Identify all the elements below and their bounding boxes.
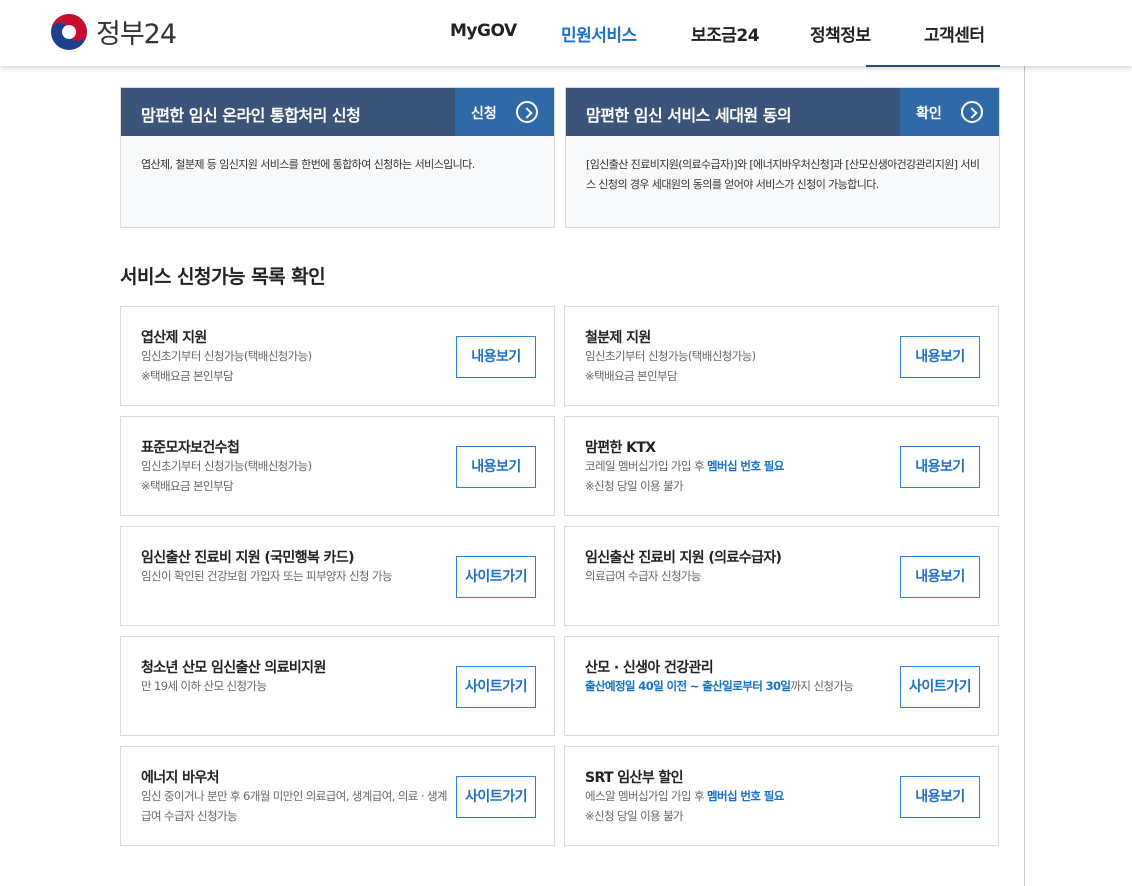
card-description: 임신초기부터 신청가능(택배신청가능) <box>141 349 312 363</box>
desc-highlight: 멤버십 번호 필요 <box>707 459 784 473</box>
card-title: 엽산제 지원 <box>141 330 207 346</box>
card-description: 임신초기부터 신청가능(택배신청가능) <box>141 459 312 473</box>
desc-highlight: 멤버십 번호 필요 <box>707 789 784 803</box>
card-note: ※택배요금 본인부담 <box>585 369 678 383</box>
view-details-button[interactable]: 내용보기 <box>900 336 980 378</box>
desc-text: 에스알 멤버십가입 가입 후 <box>585 789 708 803</box>
section-title: 서비스 신청가능 목록 확인 <box>120 266 326 288</box>
card-medical-aid-recipient: 임신출산 진료비 지원 (의료수급자) 의료급여 수급자 신청가능 내용보기 <box>564 526 999 626</box>
desc-text: 까지 신청가능 <box>790 679 854 693</box>
view-details-button[interactable]: 내용보기 <box>900 446 980 488</box>
circle-arrow-right-icon <box>961 101 983 123</box>
card-note: ※신청 당일 이용 불가 <box>585 809 684 823</box>
panel-title: 맘편한 임신 온라인 통합처리 신청 <box>141 106 361 125</box>
card-description: 만 19세 이하 산모 신청가능 <box>141 679 267 693</box>
nav-subsidy24[interactable]: 보조금24 <box>691 21 760 46</box>
panel-online-apply: 맘편한 임신 온라인 통합처리 신청 신청 엽산제, 철분제 등 임신지원 서비… <box>120 87 555 228</box>
nav-civil-service[interactable]: 민원서비스 <box>561 21 637 46</box>
card-maternal-handbook: 표준모자보건수첩 임신초기부터 신청가능(택배신청가능) ※택배요금 본인부담 … <box>120 416 555 516</box>
card-description: 의료급여 수급자 신청가능 <box>585 569 701 583</box>
card-title: 임신출산 진료비 지원 (국민행복 카드) <box>141 550 355 566</box>
card-medical-voucher-card: 임신출산 진료비 지원 (국민행복 카드) 임신이 확인된 건강보험 가입자 또… <box>120 526 555 626</box>
card-title: 맘편한 KTX <box>585 440 656 456</box>
card-energy-voucher: 에너지 바우처 임신 중이거나 분만 후 6개월 미만인 의료급여, 생계급여,… <box>120 746 555 846</box>
card-description: 출산예정일 40일 이전 ~ 출산일로부터 30일까지 신청가능 <box>585 676 895 696</box>
card-newborn-care: 산모 · 신생아 건강관리 출산예정일 40일 이전 ~ 출산일로부터 30일까… <box>564 636 999 736</box>
confirm-button[interactable]: 확인 <box>900 88 999 136</box>
tab-indicator-line <box>866 65 1000 67</box>
view-details-button[interactable]: 내용보기 <box>900 556 980 598</box>
view-details-button[interactable]: 내용보기 <box>900 776 980 818</box>
card-description: 임신 중이거나 분만 후 6개월 미만인 의료급여, 생계급여, 의료 · 생계… <box>141 789 448 823</box>
circle-arrow-right-icon <box>516 101 538 123</box>
scrollbar-track[interactable] <box>1024 66 1025 886</box>
card-title: 표준모자보건수첩 <box>141 440 240 456</box>
card-title: 에너지 바우처 <box>141 770 220 786</box>
panel-description: 엽산제, 철분제 등 임신지원 서비스를 한번에 통합하여 신청하는 서비스입니… <box>141 158 475 171</box>
view-details-button[interactable]: 내용보기 <box>456 336 536 378</box>
panel-header: 맘편한 임신 서비스 세대원 동의 확인 <box>566 88 999 136</box>
nav-customer-center[interactable]: 고객센터 <box>924 21 985 46</box>
card-description: 코레일 멤버십가입 가입 후 멤버십 번호 필요 <box>585 456 895 476</box>
panel-description: [임신출산 진료비지원(의료수급자)]와 [에너지바우처신청]과 [산모신생아건… <box>586 158 980 191</box>
desc-highlight: 출산예정일 40일 이전 ~ 출산일로부터 30일 <box>585 679 791 693</box>
site-logo[interactable]: 정부24 <box>50 12 177 51</box>
card-folic-acid: 엽산제 지원 임신초기부터 신청가능(택배신청가능) ※택배요금 본인부담 내용… <box>120 306 555 406</box>
nav-policy-info[interactable]: 정책정보 <box>810 21 871 46</box>
card-description: 임신초기부터 신청가능(택배신청가능) <box>585 349 756 363</box>
card-iron-supplement: 철분제 지원 임신초기부터 신청가능(택배신청가능) ※택배요금 본인부담 내용… <box>564 306 999 406</box>
panel-header: 맘편한 임신 온라인 통합처리 신청 신청 <box>121 88 554 136</box>
go-to-site-button[interactable]: 사이트가기 <box>456 556 536 598</box>
logo-text: 정부24 <box>96 19 177 50</box>
apply-button-label: 신청 <box>471 106 497 122</box>
taegeuk-logo-icon <box>51 13 87 50</box>
panel-title: 맘편한 임신 서비스 세대원 동의 <box>586 106 792 125</box>
confirm-button-label: 확인 <box>916 106 942 122</box>
apply-button[interactable]: 신청 <box>455 88 554 136</box>
card-note: ※택배요금 본인부담 <box>141 369 234 383</box>
card-note: ※택배요금 본인부담 <box>141 479 234 493</box>
card-title: 청소년 산모 임신출산 의료비지원 <box>141 660 326 676</box>
card-srt-discount: SRT 임산부 할인 에스알 멤버십가입 가입 후 멤버십 번호 필요 ※신청 … <box>564 746 999 846</box>
card-note: ※신청 당일 이용 불가 <box>585 479 684 493</box>
card-title: 철분제 지원 <box>585 330 651 346</box>
card-title: SRT 임산부 할인 <box>585 770 684 786</box>
go-to-site-button[interactable]: 사이트가기 <box>456 776 536 818</box>
card-description: 에스알 멤버십가입 가입 후 멤버십 번호 필요 <box>585 786 895 806</box>
card-description: 임신이 확인된 건강보험 가입자 또는 피부양자 신청 가능 <box>141 569 393 583</box>
go-to-site-button[interactable]: 사이트가기 <box>900 666 980 708</box>
view-details-button[interactable]: 내용보기 <box>456 446 536 488</box>
desc-text: 코레일 멤버십가입 가입 후 <box>585 459 708 473</box>
card-title: 산모 · 신생아 건강관리 <box>585 660 714 676</box>
go-to-site-button[interactable]: 사이트가기 <box>456 666 536 708</box>
nav-mygov[interactable]: MyGOV <box>450 21 517 41</box>
card-teen-mother-support: 청소년 산모 임신출산 의료비지원 만 19세 이하 산모 신청가능 사이트가기 <box>120 636 555 736</box>
site-header: 정부24 MyGOV 민원서비스 보조금24 정책정보 고객센터 <box>0 0 1132 66</box>
card-title: 임신출산 진료비 지원 (의료수급자) <box>585 550 782 566</box>
card-ktx: 맘편한 KTX 코레일 멤버십가입 가입 후 멤버십 번호 필요 ※신청 당일 … <box>564 416 999 516</box>
panel-household-consent: 맘편한 임신 서비스 세대원 동의 확인 [임신출산 진료비지원(의료수급자)]… <box>565 87 1000 228</box>
